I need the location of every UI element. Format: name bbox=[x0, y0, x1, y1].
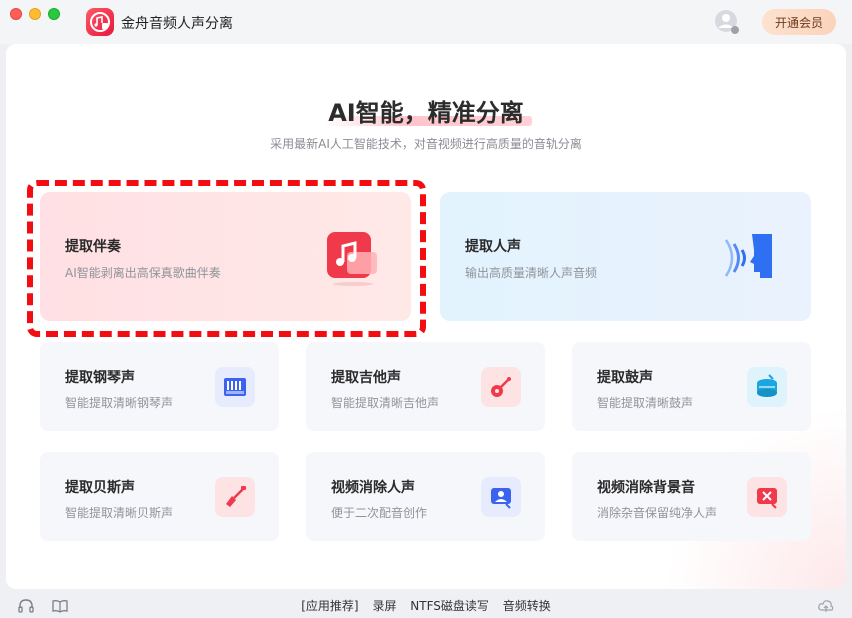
open-vip-button[interactable]: 开通会员 bbox=[762, 9, 836, 35]
footer-link-app-recommend[interactable]: [应用推荐] bbox=[301, 599, 358, 613]
card-title: 提取吉他声 bbox=[331, 370, 401, 386]
bottom-bar: [应用推荐] 录屏 NTFS磁盘读写 音频转换 bbox=[0, 590, 852, 618]
card-desc: 消除杂音保留纯净人声 bbox=[597, 506, 718, 520]
title-bar: 金舟音频人声分离 开通会员 bbox=[0, 0, 852, 44]
card-video-remove-vocals[interactable]: 视频消除人声 便于二次配音创作 bbox=[306, 452, 545, 541]
card-desc: 智能提取清晰钢琴声 bbox=[65, 396, 174, 410]
card-video-remove-background[interactable]: 视频消除背景音 消除杂音保留纯净人声 bbox=[572, 452, 811, 541]
card-title: 视频消除背景音 bbox=[597, 480, 695, 496]
card-extract-piano[interactable]: 提取钢琴声 智能提取清晰钢琴声 bbox=[40, 342, 279, 431]
card-extract-vocals[interactable]: 提取人声 输出高质量清晰人声音频 bbox=[440, 192, 811, 321]
minimize-window-button[interactable] bbox=[29, 8, 41, 20]
drum-icon bbox=[747, 367, 787, 407]
video-person-icon bbox=[481, 477, 521, 517]
selection-highlight-frame bbox=[27, 180, 426, 337]
hero-subtitle: 采用最新AI人工智能技术，对音视频进行高质量的音轨分离 bbox=[270, 137, 582, 151]
footer-links: [应用推荐] 录屏 NTFS磁盘读写 音频转换 bbox=[0, 597, 852, 614]
card-desc: 智能提取清晰鼓声 bbox=[597, 396, 694, 410]
bass-guitar-icon bbox=[215, 477, 255, 517]
card-desc: 便于二次配音创作 bbox=[331, 506, 428, 520]
guitar-icon bbox=[481, 367, 521, 407]
headset-support-icon[interactable] bbox=[17, 597, 35, 615]
footer-link-screen-record[interactable]: 录屏 bbox=[372, 599, 396, 613]
book-guide-icon[interactable] bbox=[51, 597, 69, 615]
cloud-upload-icon[interactable] bbox=[817, 597, 835, 615]
card-extract-bass[interactable]: 提取贝斯声 智能提取清晰贝斯声 bbox=[40, 452, 279, 541]
user-avatar-icon[interactable] bbox=[714, 9, 740, 35]
voice-head-icon bbox=[720, 228, 780, 288]
video-noise-icon bbox=[747, 477, 787, 517]
card-title: 视频消除人声 bbox=[331, 480, 415, 496]
hero-title: AI智能，精准分离 bbox=[0, 93, 852, 128]
card-extract-drum[interactable]: 提取鼓声 智能提取清晰鼓声 bbox=[572, 342, 811, 431]
footer-link-audio-convert[interactable]: 音频转换 bbox=[503, 599, 551, 613]
card-title: 提取贝斯声 bbox=[65, 480, 135, 496]
card-title: 提取鼓声 bbox=[597, 370, 653, 386]
card-desc: 智能提取清晰贝斯声 bbox=[65, 506, 174, 520]
card-extract-guitar[interactable]: 提取吉他声 智能提取清晰吉他声 bbox=[306, 342, 545, 431]
app-title: 金舟音频人声分离 bbox=[121, 16, 233, 32]
footer-link-ntfs[interactable]: NTFS磁盘读写 bbox=[410, 599, 489, 613]
maximize-window-button[interactable] bbox=[48, 8, 60, 20]
card-title: 提取人声 bbox=[465, 239, 521, 255]
card-desc: 输出高质量清晰人声音频 bbox=[465, 266, 598, 280]
app-logo-icon bbox=[86, 8, 114, 36]
card-title: 提取钢琴声 bbox=[65, 370, 135, 386]
close-window-button[interactable] bbox=[10, 8, 22, 20]
card-desc: 智能提取清晰吉他声 bbox=[331, 396, 440, 410]
piano-icon bbox=[215, 367, 255, 407]
